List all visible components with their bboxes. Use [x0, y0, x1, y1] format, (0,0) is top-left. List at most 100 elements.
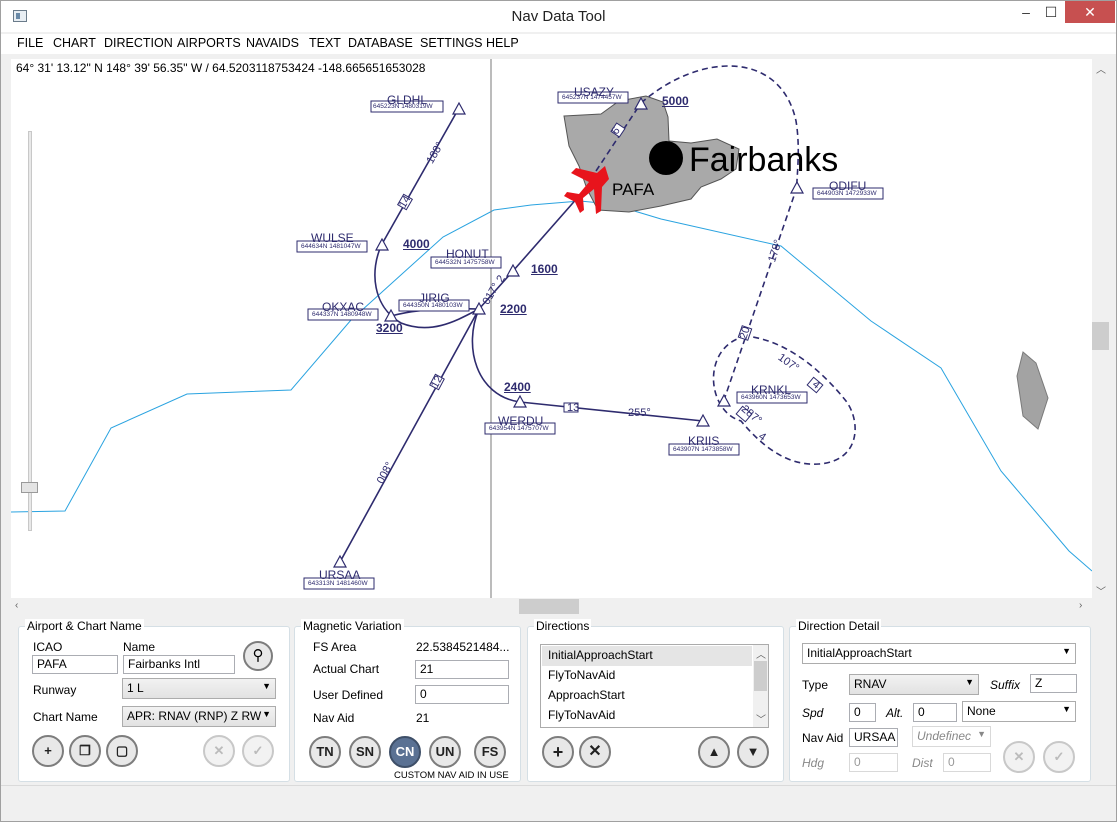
close-button[interactable]: ✕: [1065, 1, 1115, 23]
menu-text[interactable]: TEXT: [309, 36, 341, 50]
fix-code: 643960N 1473653W: [741, 394, 801, 401]
nav-aid-label: Nav Aid: [313, 711, 355, 725]
user-defined-input[interactable]: 0: [415, 685, 509, 704]
scroll-up-icon[interactable]: ︿: [1096, 61, 1106, 76]
airport-label: PAFA: [612, 180, 655, 199]
save-chart-button[interactable]: ✓: [242, 735, 274, 767]
scroll-right-icon[interactable]: ›: [1079, 600, 1082, 611]
altitude-label: 1600: [531, 262, 558, 276]
chart-map[interactable]: GLDHL 645223N 1480319W USAZY 645237N 147445…: [11, 59, 1092, 598]
menu-airports[interactable]: AIRPORTS: [177, 36, 241, 50]
user-defined-label: User Defined: [313, 688, 384, 702]
nav-aid-input[interactable]: URSAA: [849, 728, 898, 747]
course-label: 13: [567, 402, 580, 414]
remove-direction-button[interactable]: ✕: [579, 736, 611, 768]
list-item[interactable]: ApproachStart: [542, 686, 752, 706]
fix-code: 643907N 1473858W: [673, 446, 733, 453]
move-up-button[interactable]: ▲: [698, 736, 730, 768]
fs-button[interactable]: FS: [474, 736, 506, 768]
new-chart-button[interactable]: ▢: [106, 735, 138, 767]
menu-bar: FILE CHART DIRECTION AIRPORTS NAVAIDS TE…: [1, 34, 1116, 54]
fix-code: 643313N 1481460W: [308, 580, 368, 587]
list-item[interactable]: FlyToNavAid: [542, 706, 752, 726]
menu-direction[interactable]: DIRECTION: [104, 36, 173, 50]
chart-svg: [11, 59, 1092, 598]
actual-chart-input[interactable]: 21: [415, 660, 509, 679]
window-title: Nav Data Tool: [511, 8, 606, 25]
altitude-label: Alt.: [886, 706, 904, 720]
chevron-down-icon: ▼: [1062, 646, 1071, 656]
fix-code: 644903N 1472933W: [817, 190, 877, 197]
user-north-button[interactable]: UN: [429, 736, 461, 768]
zoom-slider-thumb[interactable]: [21, 482, 38, 493]
list-item[interactable]: InitialApproachStart: [542, 646, 752, 666]
horizontal-scrollbar[interactable]: ‹ ›: [11, 598, 1092, 615]
directions-list[interactable]: InitialApproachStart FlyToNavAid Approac…: [540, 644, 769, 728]
name-input[interactable]: Fairbanks Intl: [123, 655, 235, 674]
add-chart-button[interactable]: +: [32, 735, 64, 767]
altitude-mode-select[interactable]: None ▼: [962, 701, 1076, 722]
speed-input[interactable]: 0: [849, 703, 876, 722]
fix-code: 645223N 1480319W: [373, 103, 433, 110]
chart-name-label: Chart Name: [33, 710, 98, 724]
add-direction-button[interactable]: +: [542, 736, 574, 768]
distance-input[interactable]: 0: [943, 753, 991, 772]
search-button[interactable]: ⚲: [243, 641, 273, 671]
altitude-label: 4000: [403, 237, 430, 251]
fix-code: 644634N 1481047W: [301, 243, 361, 250]
true-north-button[interactable]: TN: [309, 736, 341, 768]
chevron-down-icon: ▼: [977, 729, 986, 739]
group-title: Airport & Chart Name: [25, 619, 144, 633]
fix-code: 644337N 1480948W: [312, 311, 372, 318]
search-icon: ⚲: [252, 647, 264, 664]
vertical-scroll-thumb[interactable]: [1092, 322, 1109, 350]
horizontal-scroll-thumb[interactable]: [519, 599, 579, 614]
scroll-down-icon[interactable]: ﹀: [1096, 583, 1106, 598]
menu-navaids[interactable]: NAVAIDS: [246, 36, 299, 50]
menu-settings[interactable]: SETTINGS: [420, 36, 483, 50]
fix-code: 644350N 1480103W: [403, 302, 463, 309]
icao-label: ICAO: [33, 640, 63, 654]
menu-chart[interactable]: CHART: [53, 36, 96, 50]
suffix-input[interactable]: Z: [1030, 674, 1077, 693]
heading-input[interactable]: 0: [849, 753, 898, 772]
list-scroll-thumb[interactable]: [754, 661, 767, 691]
move-down-button[interactable]: ▼: [737, 736, 769, 768]
list-item[interactable]: FlyToNavAid: [542, 666, 752, 686]
course-label: 255°: [628, 407, 651, 419]
fix-code: 645237N 1474457W: [562, 94, 622, 101]
scroll-up-icon[interactable]: ︿: [756, 646, 766, 661]
distance-label: Dist: [912, 756, 933, 770]
custom-north-button[interactable]: CN: [389, 736, 421, 768]
heading-label: Hdg: [802, 756, 825, 770]
app-window: Nav Data Tool ‒ ☐ ✕ FILE CHART DIRECTION…: [0, 0, 1117, 822]
scroll-down-icon[interactable]: ﹀: [756, 711, 766, 726]
icao-input[interactable]: PAFA: [32, 655, 118, 674]
menu-database[interactable]: DATABASE: [348, 36, 413, 50]
altitude-label: 5000: [662, 94, 689, 108]
group-title: Magnetic Variation: [301, 619, 404, 633]
list-scrollbar[interactable]: ︿ ﹀: [753, 645, 768, 727]
group-title: Direction Detail: [796, 619, 882, 633]
runway-select[interactable]: 1 L ▼: [122, 678, 276, 699]
direction-select[interactable]: InitialApproachStart ▼: [802, 643, 1076, 664]
nav-aid-type-select[interactable]: Undefinec ▼: [912, 726, 991, 747]
zoom-slider-track[interactable]: [28, 131, 32, 531]
delete-direction-button[interactable]: ✕: [1003, 741, 1035, 773]
menu-file[interactable]: FILE: [17, 36, 43, 50]
delete-chart-button[interactable]: ✕: [203, 735, 235, 767]
altitude-input[interactable]: 0: [913, 703, 957, 722]
vertical-scrollbar[interactable]: ︿ ﹀: [1092, 59, 1109, 598]
group-title: Directions: [534, 619, 592, 633]
type-select[interactable]: RNAV ▼: [849, 674, 979, 695]
chart-name-select[interactable]: APR: RNAV (RNP) Z RW ▼: [122, 706, 276, 727]
custom-navaid-caption: CUSTOM NAV AID IN USE: [394, 770, 509, 781]
copy-chart-button[interactable]: ❐: [69, 735, 101, 767]
menu-help[interactable]: HELP: [486, 36, 519, 50]
fs-area-value: 22.5384521484...: [416, 640, 510, 654]
scroll-left-icon[interactable]: ‹: [15, 600, 18, 611]
standard-north-button[interactable]: SN: [349, 736, 381, 768]
save-direction-button[interactable]: ✓: [1043, 741, 1075, 773]
suffix-label: Suffix: [990, 678, 1021, 692]
fix-code: 644532N 1475758W: [435, 259, 495, 266]
